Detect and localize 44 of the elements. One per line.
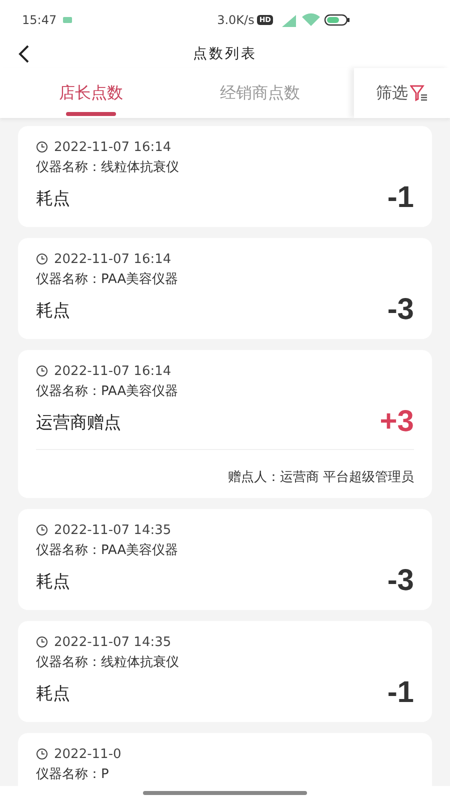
record-time: 2022-11-07 16:14 [54,140,172,154]
points-value: -1 [387,181,414,215]
record-card[interactable]: 2022-11-07 16:14 仪器名称：线粒体抗衰仪 耗点 -1 [18,126,432,227]
filter-icon [410,84,428,102]
status-time: 15:47 [22,13,57,27]
device-name: 仪器名称：线粒体抗衰仪 [36,654,180,672]
points-value: -1 [387,676,414,710]
device-name: 仪器名称：PAA美容仪器 [36,271,180,289]
back-icon [18,44,30,64]
giver-text: 赠点人：运营商 平台超级管理员 [36,449,414,488]
device-name: 仪器名称：线粒体抗衰仪 [36,159,180,177]
record-card[interactable]: 2022-11-07 16:14 仪器名称：PAA美容仪器 运营商赠点 +3 赠点人：运营商 平台超级管理员 [18,350,432,498]
points-value: -3 [387,293,414,327]
record-card[interactable]: 2022-11-07 16:14 仪器名称：PAA美容仪器 耗点 -3 [18,238,432,339]
notification-icon [62,17,72,23]
clock-icon [36,748,48,760]
page-title: 点数列表 [193,45,257,63]
record-time: 2022-11-07 16:14 [54,364,172,378]
record-time: 2022-11-07 16:14 [54,252,172,266]
record-time: 2022-11-0 [54,746,122,762]
clock-icon [36,141,48,153]
record-type: 耗点 [36,570,70,592]
clock-icon [36,636,48,648]
record-card[interactable]: 2022-11-0 仪器名称：P [18,733,432,786]
clock-icon [36,365,48,377]
record-type: 耗点 [36,682,70,704]
record-time: 2022-11-07 14:35 [54,522,172,538]
record-card[interactable]: 2022-11-07 14:35 仪器名称：PAA美容仪器 耗点 -3 [18,509,432,610]
points-value: -3 [387,564,414,598]
points-value: +3 [380,405,414,439]
record-time: 2022-11-07 14:35 [54,634,172,650]
network-speed: 3.0K/s [217,13,254,27]
device-name: 仪器名称：P [36,766,110,784]
wifi-icon [301,13,321,27]
device-name: 仪器名称：PAA美容仪器 [36,542,180,560]
record-type: 耗点 [36,188,70,210]
clock-icon [36,253,48,265]
record-type: 耗点 [36,300,70,322]
device-name: 仪器名称：PAA美容仪器 [36,383,180,401]
record-card[interactable]: 2022-11-07 14:35 仪器名称：线粒体抗衰仪 耗点 -1 [18,621,432,722]
clock-icon [36,524,48,536]
tab[interactable]: 店长点数 [6,68,176,118]
battery-icon [324,14,350,26]
record-type: 运营商赠点 [36,412,121,434]
